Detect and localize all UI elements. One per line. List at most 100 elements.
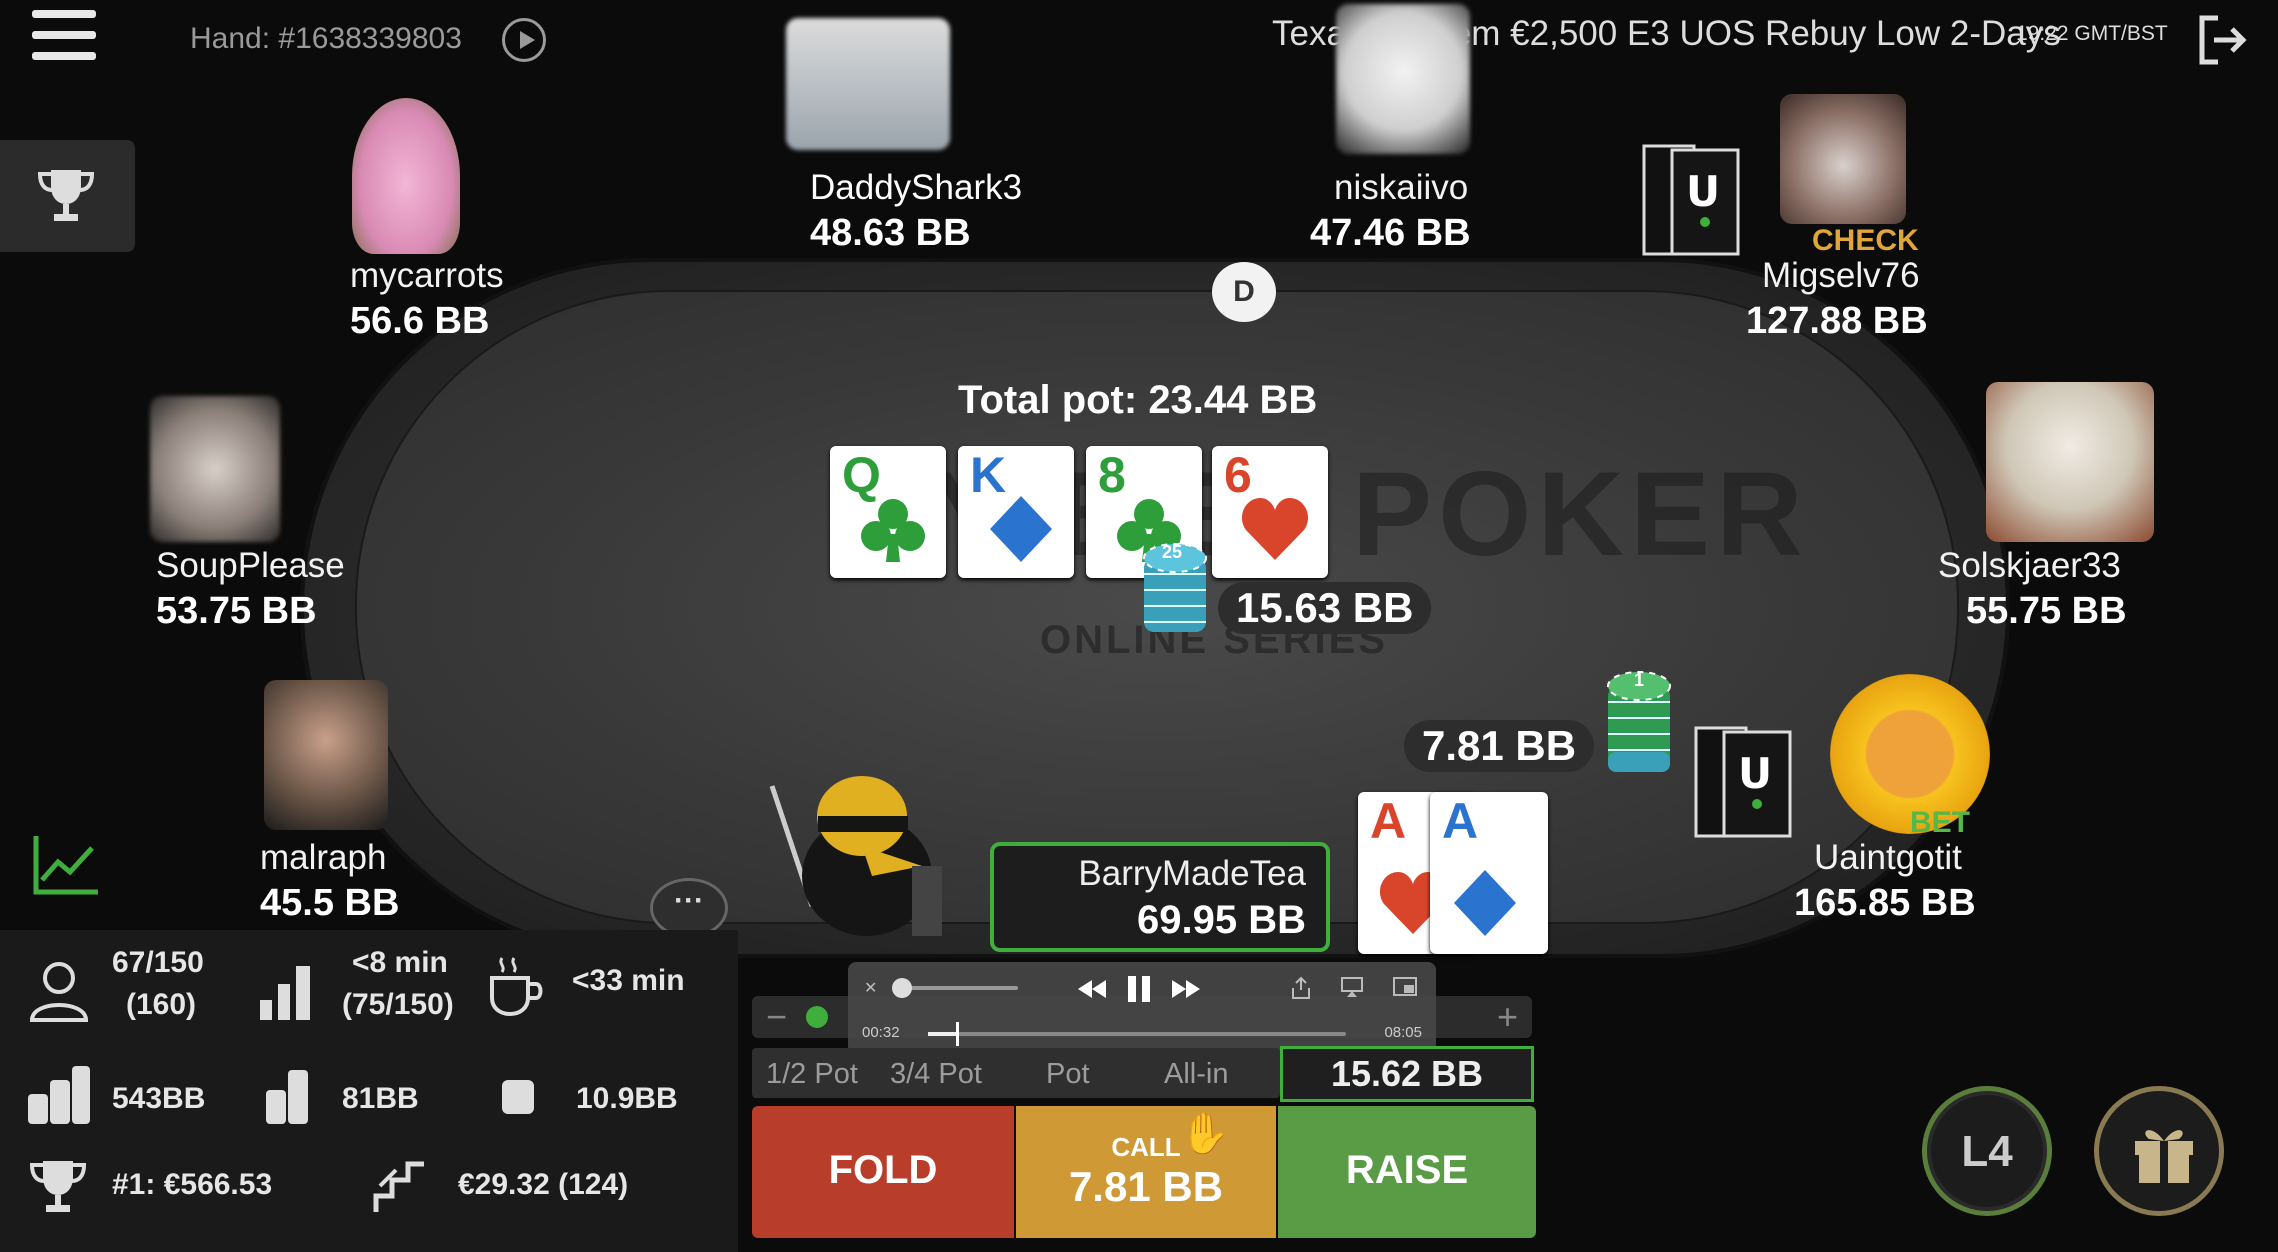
chip-stack: 1 xyxy=(1604,658,1674,772)
trophy-icon xyxy=(29,1161,87,1212)
level-badge-button[interactable]: L4 xyxy=(1922,1086,2052,1216)
first-prize: #1: €566.53 xyxy=(112,1168,273,1201)
avatar-malraph[interactable] xyxy=(264,680,388,830)
level-progress: (75/150) xyxy=(342,988,454,1021)
avatar-migselv[interactable] xyxy=(1780,94,1906,224)
hero-hole-card: A xyxy=(1430,792,1548,954)
preset-three-quarter-pot[interactable]: 3/4 Pot xyxy=(890,1058,982,1091)
seat-stack-solskjaer: 55.75 BB xyxy=(1966,590,2127,632)
unibet-badge: U xyxy=(1694,726,1794,838)
seat-name-uaintgotit: Uaintgotit xyxy=(1814,838,1962,877)
coffee-icon xyxy=(490,957,543,1017)
raise-amount-input[interactable]: 15.62 BB xyxy=(1280,1046,1534,1102)
players-remaining: 67/150 xyxy=(112,946,204,979)
menu-line xyxy=(32,10,96,18)
unibet-badge: U xyxy=(1642,144,1742,256)
seat-name-niskaiivo: niskaiivo xyxy=(1334,168,1469,207)
hero-nameplate: BarryMadeTea 69.95 BB xyxy=(990,842,1330,952)
seat-stack-daddyshark: 48.63 BB xyxy=(810,212,971,254)
tournament-lobby-button[interactable] xyxy=(0,140,135,252)
avatar-hero[interactable] xyxy=(752,756,962,946)
volume-track[interactable] xyxy=(898,986,1018,990)
rewind-icon[interactable] xyxy=(1076,978,1108,1000)
chip-label: 25 xyxy=(1162,542,1183,562)
dealer-button: D xyxy=(1212,262,1276,322)
min-stack: 81BB xyxy=(342,1082,419,1115)
video-player-bar[interactable]: ✕ 00:32 08:05 xyxy=(848,962,1436,1054)
level-time: <8 min xyxy=(352,946,448,979)
slider-minus[interactable]: − xyxy=(766,996,787,1038)
card-rank: A xyxy=(1442,793,1479,849)
stats-graph-icon[interactable] xyxy=(30,832,102,903)
call-button[interactable]: CALL 7.81 BB xyxy=(1016,1106,1276,1238)
chip-label: 1 xyxy=(1634,670,1645,690)
avatar-daddyshark[interactable] xyxy=(786,18,950,150)
next-payout: €29.32 (124) xyxy=(458,1168,629,1201)
seat-name-malraph: malraph xyxy=(260,838,387,877)
preset-half-pot[interactable]: 1/2 Pot xyxy=(766,1058,858,1091)
average-stack: 543BB xyxy=(112,1082,206,1115)
video-progress-fill xyxy=(928,1032,956,1036)
fast-forward-icon[interactable] xyxy=(1170,978,1202,1000)
seat-name-soupplease: SoupPlease xyxy=(156,546,345,585)
slider-plus[interactable]: + xyxy=(1497,996,1518,1038)
svg-text:U: U xyxy=(1686,167,1720,216)
video-progress-track[interactable] xyxy=(928,1022,1346,1046)
preset-pot[interactable]: Pot xyxy=(1046,1058,1090,1091)
mute-icon[interactable]: ✕ xyxy=(864,978,877,998)
airplay-icon[interactable] xyxy=(1340,976,1364,998)
video-current-time: 00:32 xyxy=(862,1024,900,1041)
seat-name-migselv: Migselv76 xyxy=(1762,256,1920,295)
trophy-icon xyxy=(37,170,95,221)
avatar-solskjaer[interactable] xyxy=(1986,382,2154,542)
players-total: (160) xyxy=(126,988,197,1021)
seat-name-daddyshark: DaddyShark3 xyxy=(810,168,1023,207)
slider-handle[interactable] xyxy=(806,1006,828,1028)
board-card: 6 xyxy=(1212,446,1328,578)
call-label: CALL xyxy=(1111,1132,1181,1162)
payout-step-icon xyxy=(373,1161,424,1212)
clubs-icon xyxy=(861,499,925,562)
players-icon xyxy=(29,962,89,1022)
center-bet-amount: 15.63 BB xyxy=(1218,582,1432,634)
call-amount: 7.81 BB xyxy=(1068,1163,1224,1210)
chip-stack: 25 xyxy=(1140,528,1210,632)
avg-stack-icon xyxy=(28,1066,90,1124)
seat-name-solskjaer: Solskjaer33 xyxy=(1938,546,2121,585)
player-status-bet: BET xyxy=(1910,806,1970,839)
gift-button[interactable] xyxy=(2094,1086,2224,1216)
avatar-niskaiivo[interactable] xyxy=(1336,4,1470,154)
preset-all-in[interactable]: All-in xyxy=(1164,1058,1228,1091)
menu-button[interactable] xyxy=(32,10,96,68)
seat-stack-uaintgotit: 165.85 BB xyxy=(1794,882,1976,924)
seat-stack-malraph: 45.5 BB xyxy=(260,882,400,924)
menu-line xyxy=(32,31,96,39)
pip-icon[interactable] xyxy=(1392,976,1418,998)
fold-button[interactable]: FOLD xyxy=(752,1106,1014,1238)
avatar-mycarrots[interactable] xyxy=(352,98,460,254)
share-icon[interactable] xyxy=(1290,976,1312,1000)
hearts-icon xyxy=(1241,498,1309,560)
video-scrubber[interactable] xyxy=(955,1022,959,1046)
exit-icon[interactable] xyxy=(2198,14,2248,66)
card-rank: A xyxy=(1370,793,1407,849)
bet-presets: 1/2 Pot 3/4 Pot Pot All-in xyxy=(752,1048,1280,1098)
seat-stack-soupplease: 53.75 BB xyxy=(156,590,317,632)
volume-knob[interactable] xyxy=(892,978,912,998)
game-time: 19:22 GMT/BST xyxy=(2016,22,2168,45)
seat-stack-mycarrots: 56.6 BB xyxy=(350,300,490,342)
level-badge-label: L4 xyxy=(1961,1127,2013,1176)
bet-amount-uaintgotit: 7.81 BB xyxy=(1404,720,1595,772)
chat-button[interactable]: ··· xyxy=(650,878,728,938)
svg-text:U: U xyxy=(1738,749,1772,798)
raise-button[interactable]: RAISE xyxy=(1278,1106,1536,1238)
small-stack: 10.9BB xyxy=(576,1082,678,1115)
avatar-soupplease[interactable] xyxy=(150,396,280,542)
diamonds-icon xyxy=(990,496,1052,562)
seat-stack-migselv: 127.88 BB xyxy=(1746,300,1928,342)
pause-icon[interactable] xyxy=(1126,974,1152,1004)
tournament-stats-panel: 67/150 (160) <8 min (75/150) <33 min 543… xyxy=(0,930,738,1252)
replay-icon[interactable] xyxy=(502,18,546,62)
hero-stack: 69.95 BB xyxy=(1137,898,1306,942)
hero-name: BarryMadeTea xyxy=(1078,854,1306,893)
